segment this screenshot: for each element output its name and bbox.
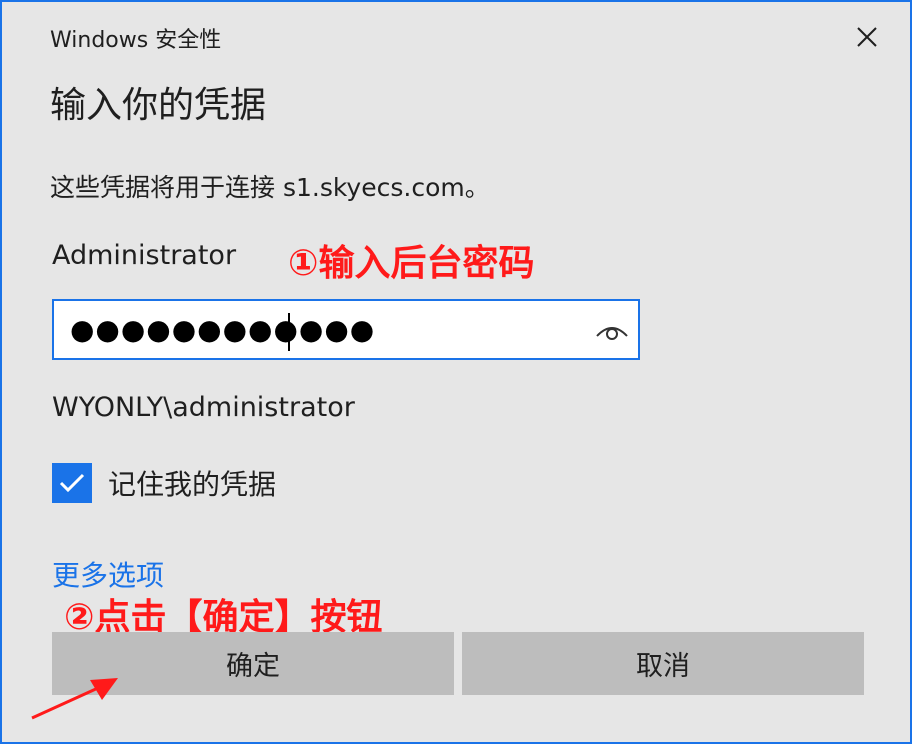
username-label: Administrator: [52, 240, 237, 271]
credential-dialog: Windows 安全性 输入你的凭据 这些凭据将用于连接 s1.skyecs.c…: [0, 0, 912, 744]
password-masked-value: ●●●●●●●●●●●●: [70, 313, 376, 346]
remember-credentials-checkbox[interactable]: 记住我的凭据: [52, 463, 276, 503]
eye-icon: [596, 327, 628, 340]
checkbox-box[interactable]: [52, 463, 92, 503]
remember-label: 记住我的凭据: [108, 468, 277, 501]
close-button[interactable]: [848, 18, 886, 56]
reveal-password-button[interactable]: [594, 313, 630, 349]
annotation-arrow-icon: [31, 678, 118, 720]
cancel-button[interactable]: 取消: [462, 632, 864, 695]
annotation-step-1: ①输入后台密码: [288, 243, 535, 284]
checkmark-icon: [59, 473, 85, 493]
window-title: Windows 安全性: [50, 28, 222, 53]
close-icon: [857, 27, 877, 47]
domain-user-label: WYONLY\administrator: [52, 392, 355, 423]
text-caret: [288, 313, 290, 351]
dialog-description: 这些凭据将用于连接 s1.skyecs.com。: [50, 173, 490, 202]
dialog-heading: 输入你的凭据: [50, 85, 267, 126]
password-field[interactable]: ●●●●●●●●●●●●: [52, 299, 640, 360]
